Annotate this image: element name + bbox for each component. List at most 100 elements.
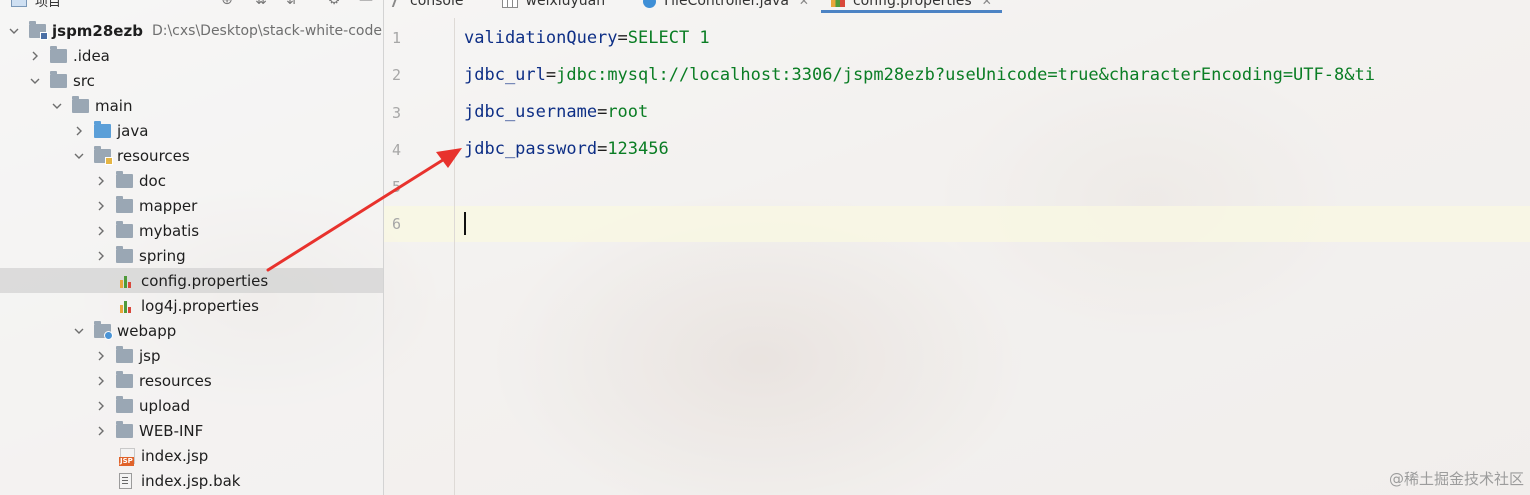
current-line-highlight (384, 206, 1530, 242)
tree-item-label: main (95, 96, 133, 115)
watermark: @稀土掘金技术社区 (1388, 470, 1524, 488)
property-key: jdbc_password (464, 139, 598, 159)
tree-item-label: log4j.properties (141, 296, 259, 315)
tab-config-properties[interactable]: config.properties ✕ (820, 0, 1002, 13)
chevron-right-icon[interactable] (94, 199, 108, 213)
tab-weixiuyuan[interactable]: weixiuyuan (492, 0, 616, 10)
folder-icon (116, 245, 133, 263)
chevron-right-icon[interactable] (94, 174, 108, 188)
folder-icon (50, 70, 67, 88)
folder-icon (116, 370, 133, 388)
tree-item-label: java (117, 121, 149, 140)
line-number-gutter: 1 2 3 4 5 6 (384, 18, 455, 495)
chevron-right-icon[interactable] (94, 349, 108, 363)
tree-item-resources[interactable]: resources (0, 143, 383, 168)
tab-filecontroller[interactable]: FileController.java ✕ (633, 0, 819, 10)
collapse-all-icon[interactable]: ⇊ (252, 0, 270, 9)
tree-item-main[interactable]: main (0, 93, 383, 118)
locate-icon[interactable]: ⊕ (218, 0, 236, 9)
folder-icon (50, 45, 67, 63)
line-number: 1 (392, 29, 402, 47)
equals-sign: = (597, 102, 608, 122)
chevron-down-icon[interactable] (72, 149, 86, 163)
folder-icon (72, 95, 89, 113)
tree-item-web-inf[interactable]: WEB-INF (0, 418, 383, 443)
source-folder-icon (94, 120, 111, 138)
panel-title: 项目 (35, 0, 62, 10)
project-path: D:\cxs\Desktop\stack-white-code (151, 22, 382, 39)
tree-item-index-jsp[interactable]: index.jsp (0, 443, 383, 468)
chevron-down-icon[interactable] (50, 99, 64, 113)
chevron-right-icon[interactable] (94, 399, 108, 413)
tab-console[interactable]: console (384, 0, 474, 10)
folder-icon (116, 420, 133, 438)
line-number: 5 (392, 178, 402, 196)
tree-item-label: mapper (139, 196, 198, 215)
web-folder-icon (94, 320, 113, 340)
tree-item-log4j-properties[interactable]: log4j.properties (0, 293, 383, 318)
code-line[interactable]: jdbc_username=root (464, 101, 648, 123)
tab-label: console (410, 0, 464, 9)
tree-item-label: upload (139, 396, 191, 415)
folder-icon (116, 395, 133, 413)
property-key: jdbc_username (464, 102, 598, 122)
tree-item-webapp[interactable]: webapp (0, 318, 383, 343)
properties-file-icon (118, 274, 135, 288)
close-icon[interactable]: ✕ (799, 0, 809, 8)
tree-item-src[interactable]: src (0, 68, 383, 93)
code-line[interactable]: validationQuery=SELECT 1 (464, 27, 710, 49)
tree-item-java[interactable]: java (0, 118, 383, 143)
code-line[interactable]: jdbc_url=jdbc:mysql://localhost:3306/jsp… (464, 64, 1375, 86)
editor-area: console weixiuyuan FileController.java ✕… (384, 0, 1530, 495)
tree-item-idea[interactable]: .idea (0, 43, 383, 68)
tree-item-label: resources (139, 371, 212, 390)
tree-item-spring[interactable]: spring (0, 243, 383, 268)
line-number: 4 (392, 141, 402, 159)
module-folder-icon (29, 20, 48, 40)
chevron-right-icon[interactable] (28, 49, 42, 63)
property-value: SELECT 1 (627, 28, 710, 48)
code-line[interactable]: jdbc_password=123456 (464, 138, 669, 160)
chevron-right-icon[interactable] (94, 374, 108, 388)
chevron-down-icon[interactable] (28, 74, 42, 88)
chevron-down-icon[interactable] (72, 324, 86, 338)
properties-file-icon (830, 0, 845, 7)
chevron-right-icon[interactable] (94, 224, 108, 238)
tree-item-project-root[interactable]: jspm28ezb D:\cxs\Desktop\stack-white-cod… (0, 18, 383, 43)
tree-item-jsp[interactable]: jsp (0, 343, 383, 368)
tree-item-label: resources (117, 146, 190, 165)
tab-label: config.properties (852, 0, 972, 9)
property-value: root (607, 102, 649, 122)
chevron-down-icon[interactable] (7, 24, 21, 38)
tree-item-label: src (73, 71, 95, 90)
tree-item-label: config.properties (141, 271, 269, 290)
resources-folder-icon (94, 145, 113, 165)
tree-item-upload[interactable]: upload (0, 393, 383, 418)
folder-icon (116, 170, 133, 188)
tab-label: weixiuyuan (525, 0, 606, 9)
minimize-icon[interactable]: — (357, 0, 375, 9)
property-key: validationQuery (464, 28, 618, 48)
property-key: jdbc_url (464, 65, 546, 85)
tree-item-doc[interactable]: doc (0, 168, 383, 193)
tree-item-webapp-resources[interactable]: resources (0, 368, 383, 393)
close-icon[interactable]: ✕ (982, 0, 992, 8)
tree-item-label: .idea (73, 46, 110, 65)
panel-header: 项目 ⊕ ⇊ ⇵ ⚙ — (0, 0, 383, 11)
tree-item-index-jsp-bak[interactable]: index.jsp.bak (0, 468, 383, 493)
line-number: 2 (392, 66, 402, 84)
property-value: jdbc:mysql://localhost:3306/jspm28ezb?us… (556, 65, 1375, 85)
tree-item-config-properties[interactable]: config.properties (0, 268, 383, 293)
tree-item-label: index.jsp (141, 446, 209, 465)
expand-icon[interactable]: ⇵ (283, 0, 301, 9)
chevron-right-icon[interactable] (94, 249, 108, 263)
tree-item-mybatis[interactable]: mybatis (0, 218, 383, 243)
tree-item-mapper[interactable]: mapper (0, 193, 383, 218)
tree-item-label: spring (139, 246, 186, 265)
line-number: 3 (392, 104, 402, 122)
gear-icon[interactable]: ⚙ (325, 0, 343, 9)
folder-icon (116, 220, 133, 238)
chevron-right-icon[interactable] (94, 424, 108, 438)
tree-item-label: jsp (139, 346, 161, 365)
chevron-right-icon[interactable] (72, 124, 86, 138)
